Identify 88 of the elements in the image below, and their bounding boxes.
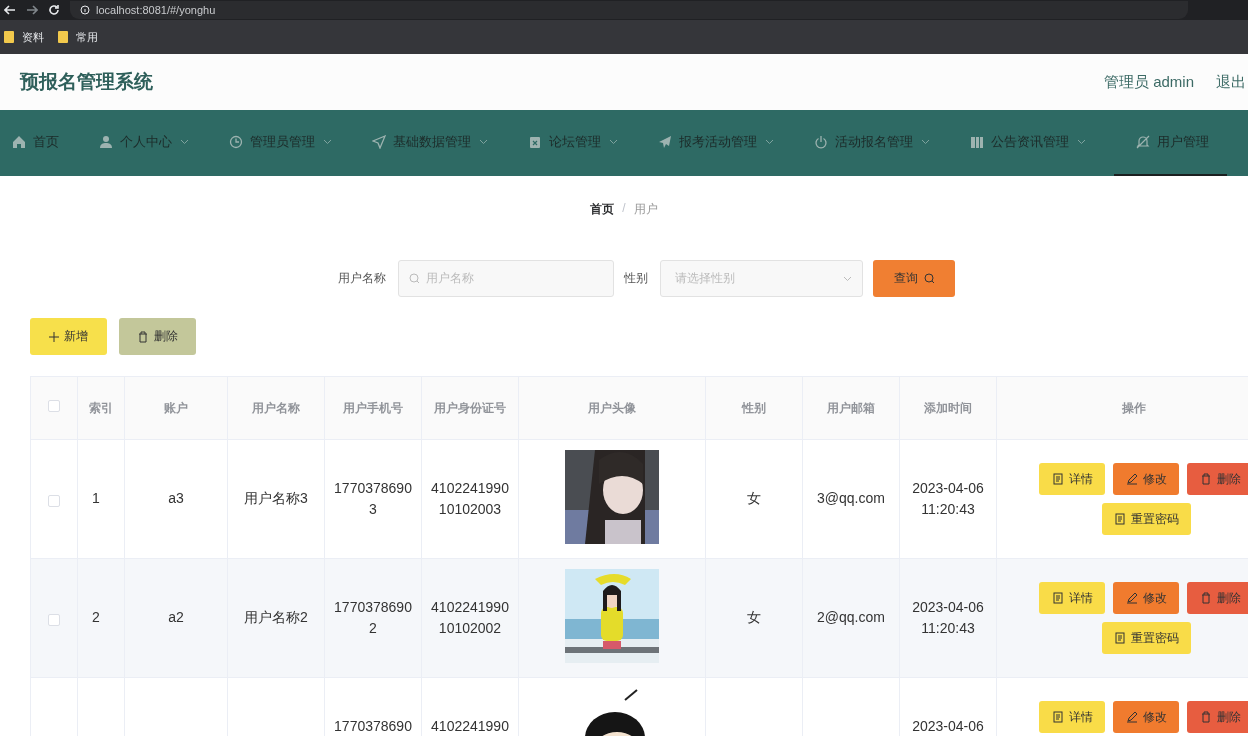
edit-button[interactable]: 修改 (1113, 463, 1179, 495)
book-icon (970, 135, 984, 149)
table-cell-text: 2 (92, 608, 100, 627)
checkbox[interactable] (48, 495, 60, 507)
app-title: 预报名管理系统 (20, 70, 153, 94)
trash-icon (137, 330, 149, 343)
table-cell: 17703786903 (334, 480, 412, 517)
person-icon (99, 135, 113, 149)
table-cell-text: 2@qq.com (817, 608, 885, 627)
column-header: 添加时间 (924, 401, 972, 415)
checkbox[interactable] (48, 400, 60, 412)
column-header: 操作 (1121, 401, 1146, 415)
breadcrumb-separator: / (622, 201, 626, 217)
column-header: 用户名称 (252, 401, 300, 415)
delete-button[interactable]: 删除 (1187, 463, 1248, 495)
logout-link[interactable]: 退出 (1216, 72, 1246, 92)
trash-icon (1199, 711, 1212, 723)
table-cell-text: 女 (747, 489, 761, 508)
search-icon (923, 273, 935, 284)
edit-button[interactable]: 修改 (1113, 582, 1179, 614)
power-icon (814, 135, 828, 149)
add-button[interactable]: 新增 (30, 318, 107, 355)
column-header: 账户 (164, 401, 188, 415)
reset-password-button[interactable]: 重置密码 (1101, 503, 1191, 535)
field-label: 用户名称 (338, 270, 386, 287)
chevron-down-icon (843, 275, 852, 282)
trash-icon (1199, 592, 1212, 604)
detail-button[interactable]: 详情 (1039, 701, 1105, 733)
trash-icon (1199, 473, 1212, 485)
pencil-icon (1125, 592, 1138, 604)
table-cell: 410224199010102003 (431, 480, 509, 517)
document-icon (1051, 711, 1064, 723)
document-icon (1051, 473, 1064, 485)
table-cell-text: 3@qq.com (817, 489, 885, 508)
reload-icon[interactable] (48, 4, 60, 16)
delete-button[interactable]: 删除 (1187, 701, 1248, 733)
reset-password-button[interactable]: 重置密码 (1101, 622, 1191, 654)
document-icon (1113, 632, 1126, 644)
column-header: 用户邮箱 (827, 401, 875, 415)
pencil-icon (1125, 473, 1138, 485)
document-icon (1051, 592, 1064, 604)
table-cell-text: 用户名称3 (244, 489, 308, 508)
table-cell: 4102241990 (431, 718, 509, 734)
folder-icon (4, 31, 14, 43)
clock-icon (229, 135, 243, 149)
table-cell: 1770378690 (334, 718, 412, 734)
delete-button[interactable]: 删除 (119, 318, 196, 355)
table-cell-text: 1 (92, 489, 100, 508)
table-cell: 2023-04-06 11:20:43 (912, 599, 984, 636)
folder-icon (58, 31, 68, 43)
column-header: 性别 (742, 401, 766, 415)
delete-button[interactable]: 删除 (1187, 582, 1248, 614)
paper-plane-icon (658, 135, 672, 149)
plus-icon (49, 331, 59, 342)
query-button[interactable]: 查询 (873, 260, 955, 297)
detail-button[interactable]: 详情 (1039, 582, 1105, 614)
table-cell: 2023-04-06 (912, 718, 984, 734)
column-header: 索引 (89, 401, 113, 415)
user-label: 管理员 admin (1103, 72, 1194, 92)
back-icon[interactable] (4, 5, 16, 15)
table-cell: 410224199010102002 (431, 599, 509, 636)
search-icon (409, 273, 420, 284)
table-cell-text: 女 (747, 608, 761, 627)
bell-off-icon (1136, 135, 1150, 149)
field-label: 性别 (624, 270, 648, 287)
detail-button[interactable]: 详情 (1039, 463, 1105, 495)
table-cell: 17703786902 (334, 599, 412, 636)
edit-button[interactable]: 修改 (1113, 701, 1179, 733)
column-header: 用户身份证号 (434, 401, 506, 415)
breadcrumb-current: 用户 (633, 201, 658, 218)
table-cell-text: a2 (168, 608, 184, 627)
checkbox[interactable] (48, 614, 60, 626)
home-icon (12, 135, 26, 149)
bookmark[interactable]: 常用 (58, 29, 98, 45)
forward-icon[interactable] (26, 5, 38, 15)
table-cell-text: a3 (168, 489, 184, 508)
column-header: 用户手机号 (343, 401, 403, 415)
send-icon (372, 135, 386, 149)
breadcrumb-link[interactable]: 首页 (590, 201, 615, 226)
clipboard-icon (528, 135, 542, 149)
table-cell-text: 用户名称2 (244, 608, 308, 627)
table-cell: 2023-04-06 11:20:43 (912, 480, 984, 517)
document-icon (1113, 513, 1126, 525)
info-icon (80, 5, 90, 15)
pencil-icon (1125, 711, 1138, 723)
address-bar[interactable]: localhost:8081/#/yonghu (70, 1, 1188, 19)
bookmark[interactable]: 资料 (4, 29, 44, 45)
column-header: 用户头像 (588, 401, 636, 415)
